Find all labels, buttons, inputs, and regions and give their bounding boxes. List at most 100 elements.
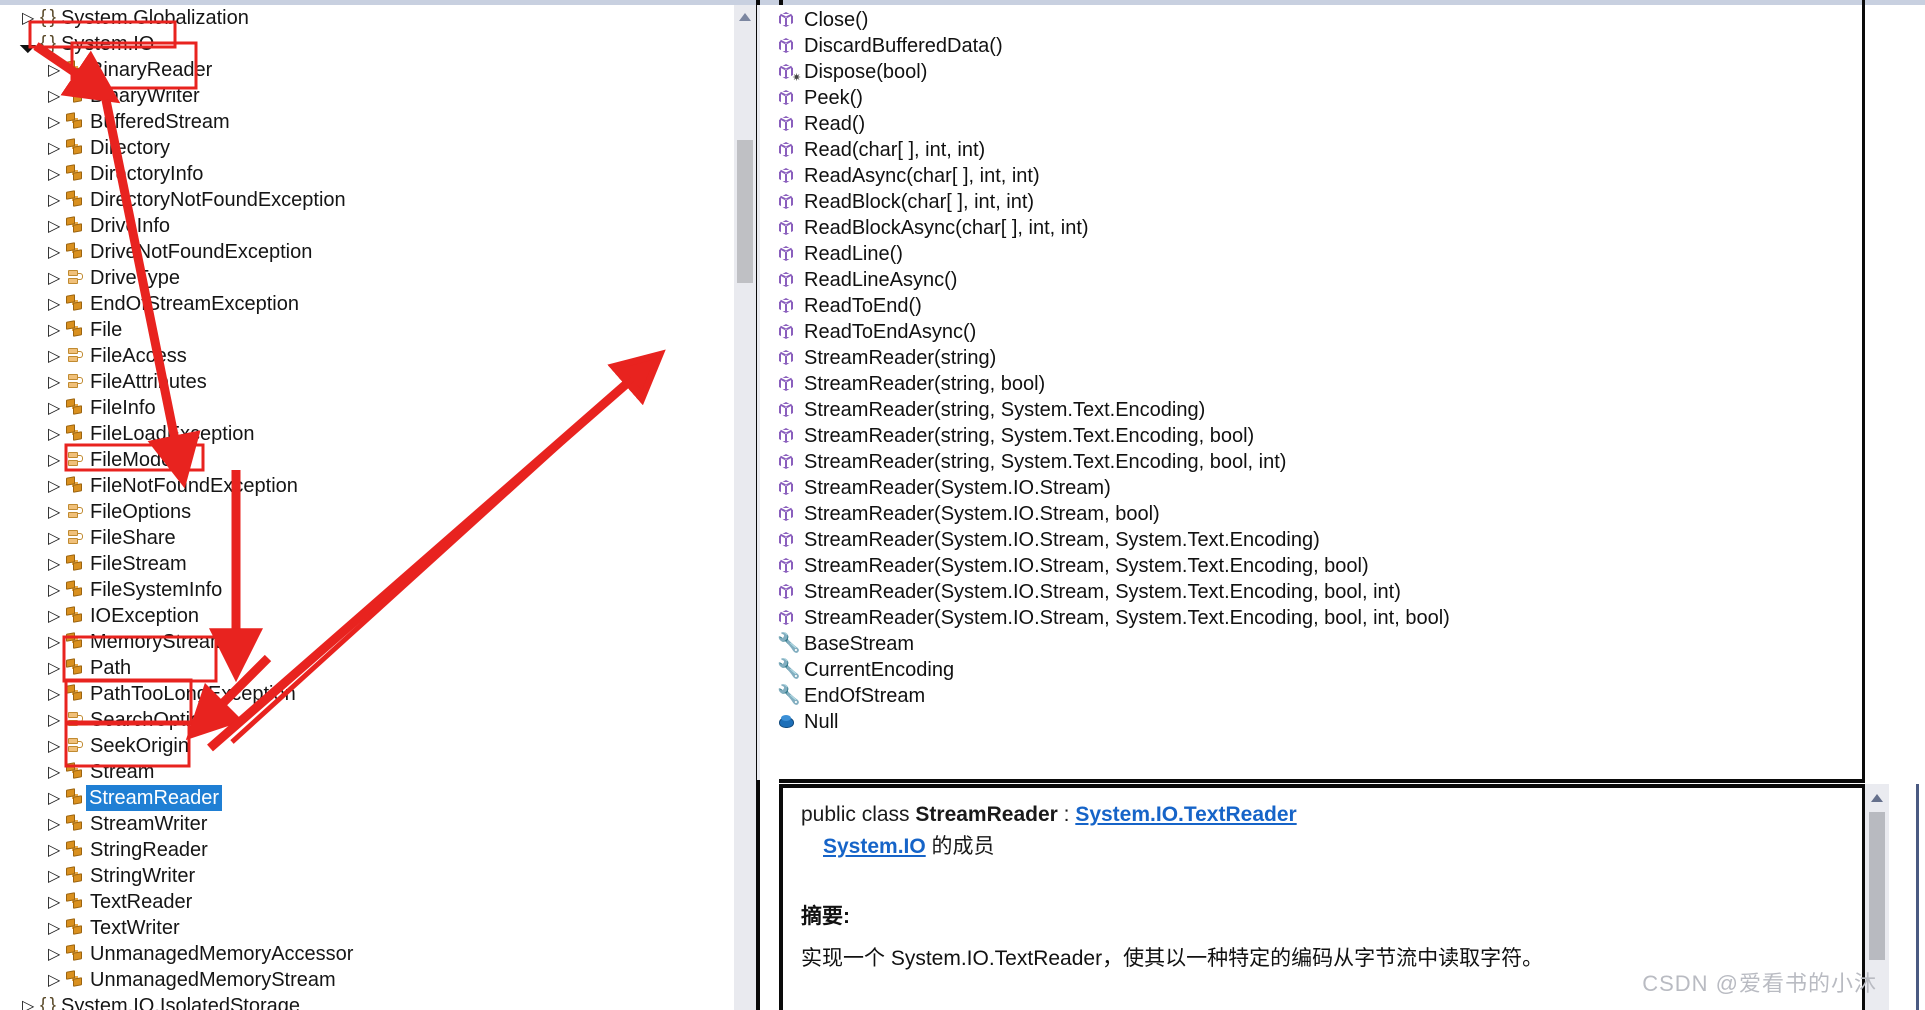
- tree-item-binaryreader[interactable]: ▷ BinaryReader: [0, 57, 734, 83]
- member-list-item[interactable]: StreamReader(string, bool): [760, 371, 1860, 397]
- member-list-item[interactable]: StreamReader(System.IO.Stream, System.Te…: [760, 527, 1860, 553]
- member-list-item[interactable]: StreamReader(string, System.Text.Encodin…: [760, 423, 1860, 449]
- chevron-right-icon[interactable]: ▷: [48, 576, 66, 604]
- member-list-item[interactable]: StreamReader(System.IO.Stream, System.Te…: [760, 553, 1860, 579]
- chevron-right-icon[interactable]: ▷: [48, 368, 66, 396]
- member-list-item[interactable]: ReadBlock(char[ ], int, int): [760, 189, 1860, 215]
- member-list-pane[interactable]: Close() DiscardBufferedData() ✷ Dispose(boo…: [760, 5, 1860, 780]
- chevron-right-icon[interactable]: ▷: [48, 602, 66, 630]
- member-list-item[interactable]: 🔧 BaseStream: [760, 631, 1860, 657]
- chevron-right-icon[interactable]: ▷: [48, 680, 66, 708]
- member-list-item[interactable]: ReadAsync(char[ ], int, int): [760, 163, 1860, 189]
- member-list-item[interactable]: ✷ Dispose(bool): [760, 59, 1860, 85]
- member-list-item[interactable]: 🔧 CurrentEncoding: [760, 657, 1860, 683]
- tree-item-fileattributes[interactable]: ▷ FileAttributes: [0, 369, 734, 395]
- tree-item-ioexception[interactable]: ▷ IOException: [0, 603, 734, 629]
- tree-item-memorystream[interactable]: ▷ MemoryStream: [0, 629, 734, 655]
- member-list-item[interactable]: ReadBlockAsync(char[ ], int, int): [760, 215, 1860, 241]
- tree-item-textwriter[interactable]: ▷ TextWriter: [0, 915, 734, 941]
- chevron-right-icon[interactable]: ▷: [48, 524, 66, 552]
- member-list-item[interactable]: Close(): [760, 7, 1860, 33]
- member-list-item[interactable]: StreamReader(System.IO.Stream): [760, 475, 1860, 501]
- chevron-right-icon[interactable]: ▷: [48, 784, 66, 812]
- chevron-right-icon[interactable]: ▷: [48, 654, 66, 682]
- chevron-right-icon[interactable]: ▷: [48, 758, 66, 786]
- chevron-right-icon[interactable]: ▷: [48, 134, 66, 162]
- tree-item-searchoption[interactable]: ▷ SearchOption: [0, 707, 734, 733]
- namespace-link[interactable]: System.IO: [823, 835, 926, 858]
- tree-item-streamreader[interactable]: ▷ StreamReader: [0, 785, 734, 811]
- tree-item-system-io[interactable]: ◣{ } System.IO: [0, 31, 734, 57]
- member-list-item[interactable]: StreamReader(System.IO.Stream, bool): [760, 501, 1860, 527]
- scroll-up-arrow-icon[interactable]: [739, 13, 751, 21]
- tree-item-drivetype[interactable]: ▷ DriveType: [0, 265, 734, 291]
- tree-item-stream[interactable]: ▷ Stream: [0, 759, 734, 785]
- member-list-item[interactable]: ReadLineAsync(): [760, 267, 1860, 293]
- chevron-right-icon[interactable]: ▷: [48, 706, 66, 734]
- chevron-right-icon[interactable]: ▷: [48, 498, 66, 526]
- tree-item-fileshare[interactable]: ▷ FileShare: [0, 525, 734, 551]
- tree-item-stringreader[interactable]: ▷ StringReader: [0, 837, 734, 863]
- tree-item-filemode[interactable]: ▷ FileMode: [0, 447, 734, 473]
- member-list-item[interactable]: 🔧 EndOfStream: [760, 683, 1860, 709]
- member-list-item[interactable]: Null: [760, 709, 1860, 735]
- chevron-right-icon[interactable]: ▷: [48, 342, 66, 370]
- chevron-right-icon[interactable]: ▷: [48, 628, 66, 656]
- chevron-right-icon[interactable]: ▷: [48, 862, 66, 890]
- chevron-right-icon[interactable]: ▷: [48, 108, 66, 136]
- tree-item-filenotfoundexception[interactable]: ▷ FileNotFoundException: [0, 473, 734, 499]
- chevron-right-icon[interactable]: ▷: [48, 264, 66, 292]
- member-list-item[interactable]: StreamReader(string): [760, 345, 1860, 371]
- chevron-right-icon[interactable]: ▷: [48, 56, 66, 84]
- chevron-right-icon[interactable]: ▷: [48, 836, 66, 864]
- tree-item-unmanagedmemoryaccessor[interactable]: ▷ UnmanagedMemoryAccessor: [0, 941, 734, 967]
- namespace-tree-pane[interactable]: ▷{ } System.Globalization ◣{ } System.IO ▷ Bi…: [0, 5, 734, 1010]
- chevron-right-icon[interactable]: ▷: [48, 914, 66, 942]
- base-type-link[interactable]: System.IO.TextReader: [1075, 803, 1296, 826]
- tree-item-path[interactable]: ▷ Path: [0, 655, 734, 681]
- chevron-right-icon[interactable]: ▷: [48, 160, 66, 188]
- tree-item-streamwriter[interactable]: ▷ StreamWriter: [0, 811, 734, 837]
- tree-item-filesysteminfo[interactable]: ▷ FileSystemInfo: [0, 577, 734, 603]
- member-list-item[interactable]: StreamReader(string, System.Text.Encodin…: [760, 449, 1860, 475]
- chevron-right-icon[interactable]: ▷: [48, 966, 66, 994]
- chevron-right-icon[interactable]: ▷: [48, 316, 66, 344]
- chevron-right-icon[interactable]: ▷: [48, 82, 66, 110]
- scroll-up-arrow-icon[interactable]: [1871, 794, 1883, 802]
- tree-item-seekorigin[interactable]: ▷ SeekOrigin: [0, 733, 734, 759]
- chevron-right-icon[interactable]: ▷: [48, 940, 66, 968]
- tree-item-directorynotfoundexception[interactable]: ▷ DirectoryNotFoundException: [0, 187, 734, 213]
- chevron-right-icon[interactable]: ▷: [48, 888, 66, 916]
- chevron-right-icon[interactable]: ▷: [48, 394, 66, 422]
- member-list-item[interactable]: StreamReader(System.IO.Stream, System.Te…: [760, 579, 1860, 605]
- chevron-down-icon[interactable]: ◣: [17, 30, 40, 58]
- chevron-right-icon[interactable]: ▷: [48, 290, 66, 318]
- member-list-item[interactable]: Read(char[ ], int, int): [760, 137, 1860, 163]
- chevron-right-icon[interactable]: ▷: [48, 238, 66, 266]
- tree-item-binarywriter[interactable]: ▷ BinaryWriter: [0, 83, 734, 109]
- member-list-item[interactable]: ReadToEndAsync(): [760, 319, 1860, 345]
- tree-item-fileloadexception[interactable]: ▷ FileLoadException: [0, 421, 734, 447]
- tree-item-driveinfo[interactable]: ▷ DriveInfo: [0, 213, 734, 239]
- chevron-right-icon[interactable]: ▷: [48, 472, 66, 500]
- chevron-right-icon[interactable]: ▷: [22, 992, 40, 1010]
- chevron-right-icon[interactable]: ▷: [48, 810, 66, 838]
- tree-item-drivenotfoundexception[interactable]: ▷ DriveNotFoundException: [0, 239, 734, 265]
- chevron-right-icon[interactable]: ▷: [48, 212, 66, 240]
- member-list-item[interactable]: Peek(): [760, 85, 1860, 111]
- member-list-item[interactable]: Read(): [760, 111, 1860, 137]
- member-list-item[interactable]: StreamReader(string, System.Text.Encodin…: [760, 397, 1860, 423]
- tree-item-textreader[interactable]: ▷ TextReader: [0, 889, 734, 915]
- member-list-item[interactable]: StreamReader(System.IO.Stream, System.Te…: [760, 605, 1860, 631]
- member-list-item[interactable]: DiscardBufferedData(): [760, 33, 1860, 59]
- chevron-right-icon[interactable]: ▷: [48, 186, 66, 214]
- tree-item-bufferedstream[interactable]: ▷ BufferedStream: [0, 109, 734, 135]
- tree-item-fileoptions[interactable]: ▷ FileOptions: [0, 499, 734, 525]
- chevron-right-icon[interactable]: ▷: [22, 5, 40, 32]
- tree-item-fileaccess[interactable]: ▷ FileAccess: [0, 343, 734, 369]
- scrollbar-thumb[interactable]: [1869, 812, 1885, 960]
- tree-item-endofstreamexception[interactable]: ▷ EndOfStreamException: [0, 291, 734, 317]
- member-list-item[interactable]: ReadLine(): [760, 241, 1860, 267]
- chevron-right-icon[interactable]: ▷: [48, 420, 66, 448]
- scrollbar-thumb[interactable]: [737, 140, 753, 283]
